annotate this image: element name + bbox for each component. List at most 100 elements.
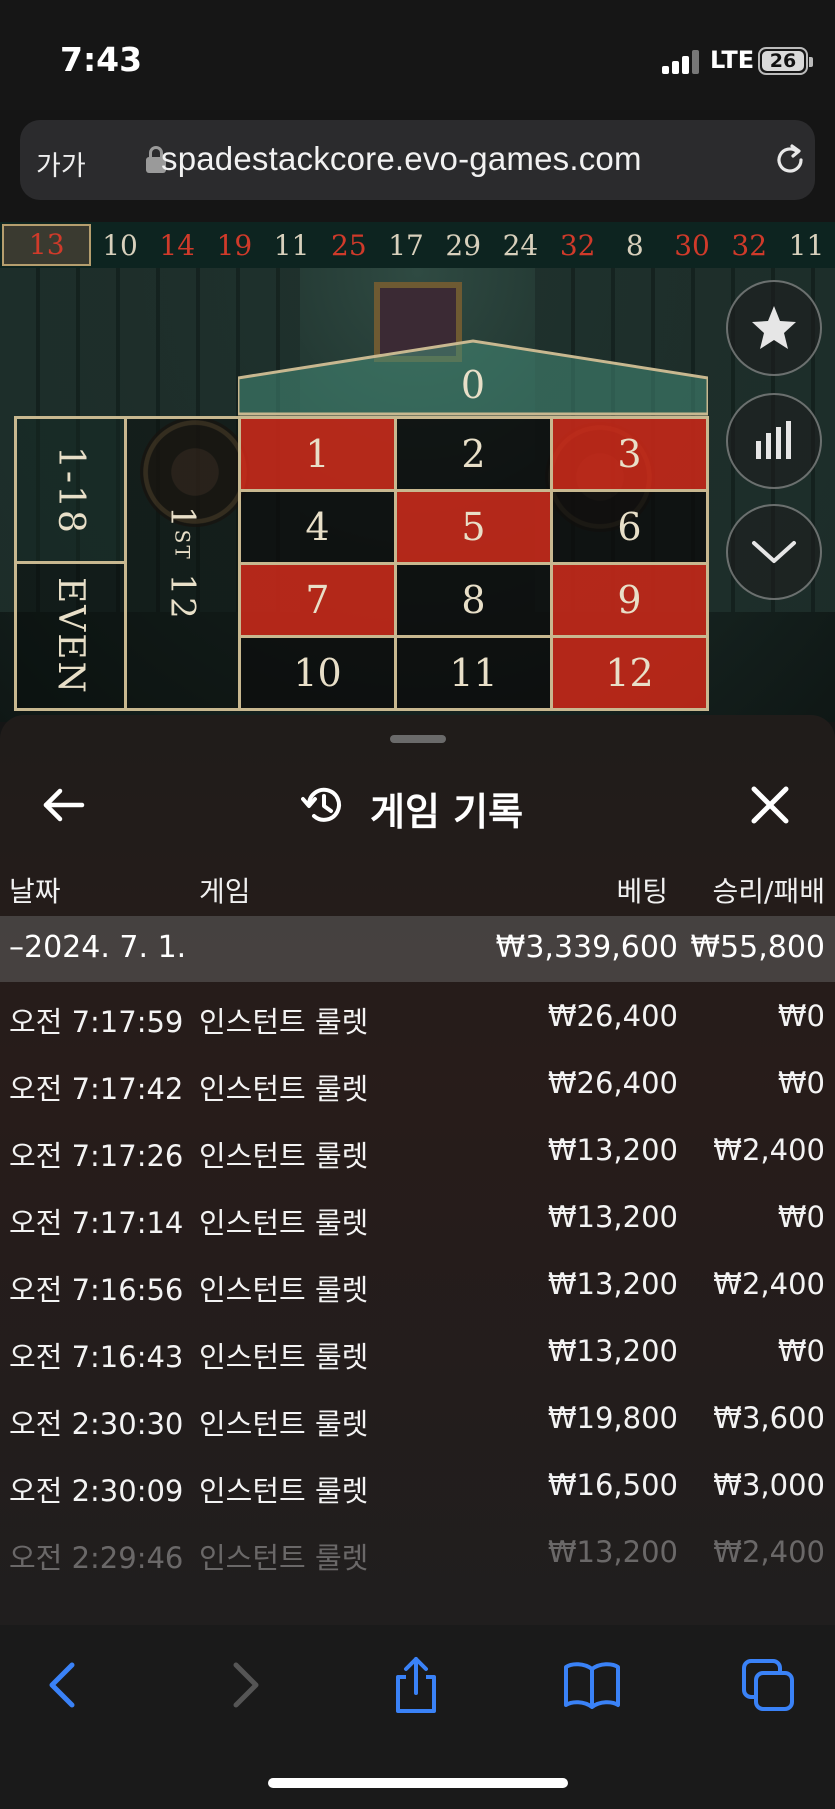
zero-label: 0 — [461, 363, 485, 407]
column-header-date[interactable]: 날짜 — [9, 870, 61, 910]
row-game: 인스턴트 룰렛 — [199, 1206, 369, 1240]
row-time: 오전 2:30:09 — [9, 1474, 184, 1508]
recent-number: 29 — [445, 228, 482, 262]
row-time: 오전 7:17:26 — [9, 1139, 184, 1173]
row-time: 오전 7:17:42 — [9, 1072, 184, 1106]
bookmarks-icon[interactable] — [562, 1655, 622, 1715]
number-cell-3[interactable]: 3 — [550, 416, 709, 492]
number-cell-11[interactable]: 11 — [394, 635, 553, 711]
address-bar[interactable]: 가가 spadestackcore.evo-games.com — [20, 120, 815, 200]
text-size-button[interactable]: 가가 — [36, 144, 86, 183]
row-game: 인스턴트 룰렛 — [199, 1340, 369, 1374]
close-icon[interactable] — [748, 783, 792, 827]
recent-numbers-strip: 13 10 14 19 11 25 17 29 24 32 8 30 32 11 — [0, 222, 835, 268]
row-win-loss: ₩3,000 — [713, 1468, 825, 1502]
column-header-bet[interactable]: 베팅 — [616, 870, 668, 910]
number-cell-2[interactable]: 2 — [394, 416, 553, 492]
signal-icon — [662, 50, 702, 74]
bet-1st-12[interactable]: 1ST 12 — [124, 416, 241, 711]
number-cell-4[interactable]: 4 — [238, 489, 397, 565]
recent-number: 19 — [216, 228, 253, 262]
battery-icon: 26 — [758, 47, 813, 75]
number-cell-1[interactable]: 1 — [238, 416, 397, 492]
row-bet: ₩13,200 — [547, 1535, 678, 1569]
collapse-button[interactable] — [726, 504, 822, 600]
back-arrow-icon[interactable] — [40, 785, 88, 825]
row-win-loss: ₩2,400 — [713, 1535, 825, 1569]
forward-icon[interactable] — [214, 1655, 274, 1715]
number-cell-7[interactable]: 7 — [238, 562, 397, 638]
row-time: 오전 7:16:43 — [9, 1340, 184, 1374]
row-bet: ₩26,400 — [547, 1066, 678, 1100]
history-row[interactable]: 오전 7:17:26 인스턴트 룰렛 ₩13,200 ₩2,400 — [0, 1117, 835, 1184]
statistics-button[interactable] — [726, 393, 822, 489]
history-row[interactable]: 오전 2:30:09 인스턴트 룰렛 ₩16,500 ₩3,000 — [0, 1452, 835, 1519]
recent-number: 30 — [674, 228, 710, 262]
panel-title: 게임 기록 — [370, 790, 524, 834]
row-time: 오전 7:17:59 — [9, 1005, 184, 1039]
number-cell-9[interactable]: 9 — [550, 562, 709, 638]
date-group-bet-total: ₩3,339,600 — [495, 930, 678, 965]
row-win-loss: ₩0 — [777, 1334, 825, 1368]
share-icon[interactable] — [386, 1655, 446, 1715]
number-cell-8[interactable]: 8 — [394, 562, 553, 638]
row-time: 오전 2:29:46 — [9, 1541, 184, 1575]
reload-icon[interactable] — [770, 140, 810, 180]
history-row[interactable]: 오전 2:30:30 인스턴트 룰렛 ₩19,800 ₩3,600 — [0, 1385, 835, 1452]
history-row[interactable]: 오전 2:29:46 인스턴트 룰렛 ₩13,200 ₩2,400 — [0, 1519, 835, 1586]
bet-low-1-18[interactable]: 1-18 — [14, 416, 127, 564]
bet-even[interactable]: EVEN — [14, 561, 127, 711]
favorites-button[interactable] — [726, 280, 822, 376]
recent-number-current: 13 — [2, 224, 92, 266]
history-row[interactable]: 오전 7:17:42 인스턴트 룰렛 ₩26,400 ₩0 — [0, 1050, 835, 1117]
row-game: 인스턴트 룰렛 — [199, 1474, 369, 1508]
row-bet: ₩13,200 — [547, 1334, 678, 1368]
row-bet: ₩26,400 — [547, 999, 678, 1033]
zero-cell[interactable]: 0 — [238, 338, 708, 416]
recent-number: 25 — [331, 228, 367, 262]
row-win-loss: ₩3,600 — [713, 1401, 825, 1435]
history-row[interactable]: 오전 7:16:43 인스턴트 룰렛 ₩13,200 ₩0 — [0, 1318, 835, 1385]
number-cell-10[interactable]: 10 — [238, 635, 397, 711]
row-bet: ₩13,200 — [547, 1133, 678, 1167]
column-header-game[interactable]: 게임 — [199, 870, 251, 910]
drag-handle[interactable] — [390, 735, 446, 743]
date-group-row[interactable]: –2024. 7. 1. ₩3,339,600 ₩55,800 — [0, 916, 835, 982]
url-text[interactable]: spadestackcore.evo-games.com — [161, 140, 642, 178]
row-game: 인스턴트 룰렛 — [199, 1273, 369, 1307]
number-cell-5[interactable]: 5 — [394, 489, 553, 565]
row-time: 오전 2:30:30 — [9, 1407, 184, 1441]
recent-number: 11 — [788, 228, 825, 262]
chevron-down-icon — [752, 541, 796, 563]
recent-number: 11 — [273, 228, 310, 262]
battery-level: 26 — [762, 51, 804, 72]
recent-number: 17 — [388, 228, 424, 262]
column-header-win-loss[interactable]: 승리/패배 — [713, 870, 825, 910]
row-game: 인스턴트 룰렛 — [199, 1072, 369, 1106]
row-bet: ₩13,200 — [547, 1267, 678, 1301]
history-row[interactable]: 오전 7:17:14 인스턴트 룰렛 ₩13,200 ₩0 — [0, 1184, 835, 1251]
history-icon — [301, 787, 341, 822]
history-list: 오전 7:17:59 인스턴트 룰렛 ₩26,400 ₩0 오전 7:17:42 인스턴트… — [0, 983, 835, 1586]
number-cell-12[interactable]: 12 — [550, 635, 709, 711]
panel-header: 게임 기록 — [0, 765, 835, 845]
history-row[interactable]: 오전 7:16:56 인스턴트 룰렛 ₩13,200 ₩2,400 — [0, 1251, 835, 1318]
game-history-panel: 게임 기록 날짜 게임 베팅 승리/패배 –2024. 7. 1. ₩3,339… — [0, 715, 835, 1625]
number-cell-6[interactable]: 6 — [550, 489, 709, 565]
row-win-loss: ₩0 — [777, 1066, 825, 1100]
row-bet: ₩16,500 — [547, 1468, 678, 1502]
row-win-loss: ₩2,400 — [713, 1133, 825, 1167]
row-game: 인스턴트 룰렛 — [199, 1541, 369, 1575]
history-row[interactable]: 오전 7:17:59 인스턴트 룰렛 ₩26,400 ₩0 — [0, 983, 835, 1050]
tabs-icon[interactable] — [738, 1655, 798, 1715]
back-icon[interactable] — [34, 1655, 94, 1715]
row-win-loss: ₩0 — [777, 999, 825, 1033]
clock: 7:43 — [60, 40, 143, 79]
home-indicator[interactable] — [268, 1778, 568, 1788]
stats-icon — [756, 421, 791, 459]
row-game: 인스턴트 룰렛 — [199, 1005, 369, 1039]
status-bar: 7:43 LTE 26 — [0, 0, 835, 110]
date-group-win-total: ₩55,800 — [690, 930, 825, 965]
row-time: 오전 7:17:14 — [9, 1206, 184, 1240]
recent-number: 32 — [559, 228, 596, 262]
